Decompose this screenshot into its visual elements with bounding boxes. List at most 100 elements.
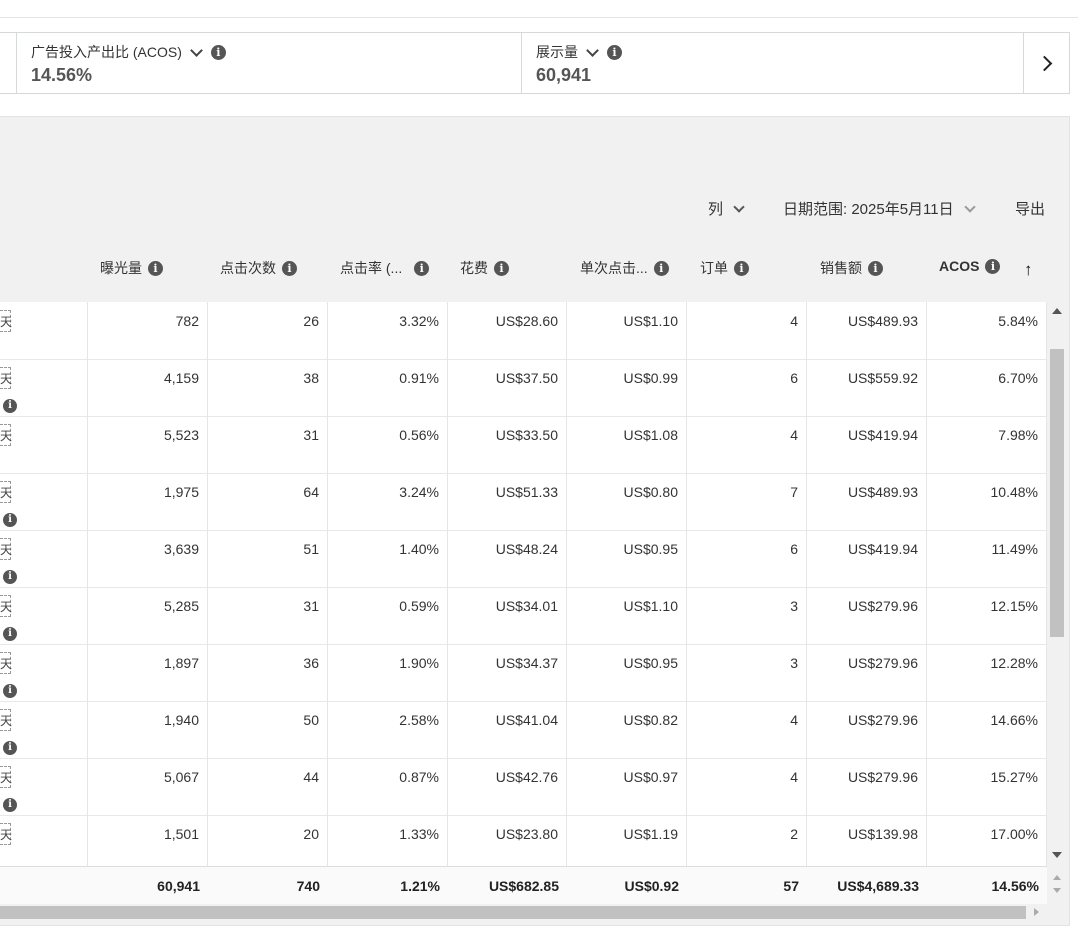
top-divider <box>0 17 1078 18</box>
info-icon[interactable]: i <box>3 570 17 584</box>
table-row[interactable]: 天 i 3,639 51 1.40% US$48.24 US$0.95 6 US$419.94 1… <box>0 530 1047 588</box>
row-stub-cell: 天 <box>0 302 88 359</box>
chevron-down-icon[interactable] <box>190 43 203 57</box>
metric-impressions-header[interactable]: 展示量 i <box>536 42 622 62</box>
row-stub-label[interactable]: 天 <box>0 481 12 503</box>
metric-acos-value: 14.56% <box>31 65 93 85</box>
table-header: 曝光量 i 点击次数 i 点击率 (... i 花费 i 单次点击... i 订单 i 销售… <box>0 258 1070 280</box>
info-icon[interactable]: i <box>494 260 509 276</box>
table-row[interactable]: 天 i 4,159 38 0.91% US$37.50 US$0.99 6 US$559.92 6… <box>0 359 1047 417</box>
row-stub-cell: 天 <box>0 416 88 473</box>
info-icon[interactable]: i <box>653 260 669 276</box>
scroll-up-icon[interactable] <box>1053 875 1061 880</box>
totals-scroll[interactable] <box>1047 866 1068 904</box>
column-header[interactable]: 单次点击... i <box>580 258 669 278</box>
table-cell: 17.00% <box>927 815 1047 866</box>
table-row[interactable]: 天 1,501 20 1.33% US$23.80 US$1.19 2 US$139.98 17… <box>0 815 1047 866</box>
info-icon[interactable]: i <box>3 627 17 641</box>
table-cell: 1,975 <box>88 473 208 530</box>
info-icon[interactable]: i <box>3 399 17 413</box>
column-header[interactable]: 点击率 (... i <box>340 258 430 278</box>
table-cell: 6.70% <box>927 359 1047 416</box>
row-stub-label[interactable]: 天 <box>0 424 12 446</box>
info-icon[interactable]: i <box>414 260 430 276</box>
table-cell: 3 <box>687 587 807 644</box>
table-row[interactable]: 天 782 26 3.32% US$28.60 US$1.10 4 US$489.93 5.84… <box>0 302 1047 360</box>
table-row[interactable]: 天 i 1,940 50 2.58% US$41.04 US$0.82 4 US$279.96 1… <box>0 701 1047 759</box>
table-cell: 11.49% <box>927 530 1047 587</box>
table-cell: 31 <box>208 416 328 473</box>
scroll-down-icon[interactable] <box>1052 852 1062 858</box>
chevron-down-icon[interactable] <box>586 43 599 57</box>
column-header[interactable]: 订单 i <box>700 258 749 278</box>
scrollbar-thumb[interactable] <box>1050 349 1064 637</box>
scroll-right-icon[interactable] <box>1034 908 1039 916</box>
table-row[interactable]: 天 5,523 31 0.56% US$33.50 US$1.08 4 US$419.94 7.… <box>0 416 1047 474</box>
info-icon[interactable]: i <box>3 741 17 755</box>
metrics-strip: 广告投入产出比 (ACOS) i 14.56% 展示量 i 60,941 <box>0 32 1070 94</box>
info-icon[interactable]: i <box>3 513 17 527</box>
row-stub-label[interactable]: 天 <box>0 367 12 389</box>
info-icon[interactable]: i <box>985 258 1001 274</box>
row-stub-label[interactable]: 天 <box>0 310 12 332</box>
table-row[interactable]: 天 i 5,067 44 0.87% US$42.76 US$0.97 4 US$279.96 1… <box>0 758 1047 816</box>
row-stub-label[interactable]: 天 <box>0 595 12 617</box>
column-header[interactable]: 花费 i <box>460 258 509 278</box>
info-icon[interactable]: i <box>282 260 297 276</box>
chevron-right-icon <box>1036 55 1053 71</box>
info-icon[interactable]: i <box>3 684 17 698</box>
info-icon[interactable]: i <box>148 260 163 276</box>
table-cell: US$0.80 <box>567 473 687 530</box>
metric-card-impressions[interactable]: 展示量 i 60,941 <box>522 33 1024 93</box>
row-stub-label[interactable]: 天 <box>0 766 12 788</box>
row-stub-label[interactable]: 天 <box>0 709 12 731</box>
table-cell: 1.40% <box>328 530 448 587</box>
table-cell: 1,897 <box>88 644 208 701</box>
table-row[interactable]: 天 i 1,975 64 3.24% US$51.33 US$0.80 7 US$489.93 1… <box>0 473 1047 531</box>
row-stub-label[interactable]: 天 <box>0 823 12 845</box>
table-cell: 1.33% <box>328 815 448 866</box>
table-cell: 51 <box>208 530 328 587</box>
info-icon[interactable]: i <box>868 260 883 276</box>
table-cell: 14.66% <box>927 701 1047 758</box>
info-icon[interactable]: i <box>734 260 749 276</box>
table-cell: US$48.24 <box>448 530 567 587</box>
sort-ascending-icon[interactable]: ↑ <box>1024 260 1033 280</box>
column-header[interactable]: 销售额 i <box>820 258 883 278</box>
table-cell: 1,501 <box>88 815 208 866</box>
table-cell: US$42.76 <box>448 758 567 815</box>
metrics-next-button[interactable] <box>1024 33 1069 93</box>
metric-impressions-value: 60,941 <box>536 65 592 85</box>
table-cell: 0.87% <box>328 758 448 815</box>
scroll-up-icon[interactable] <box>1052 308 1062 314</box>
column-header[interactable]: 曝光量 i <box>100 258 163 278</box>
date-range-dropdown[interactable]: 日期范围: 2025年5月11日 <box>783 198 976 219</box>
table-cell: 20 <box>208 815 328 866</box>
horizontal-scrollbar[interactable] <box>0 904 1047 921</box>
table-cell: US$33.50 <box>448 416 567 473</box>
row-stub-cell: 天i <box>0 359 88 416</box>
vertical-scrollbar[interactable] <box>1047 302 1068 866</box>
table-row[interactable]: 天 i 5,285 31 0.59% US$34.01 US$1.10 3 US$279.96 1… <box>0 587 1047 645</box>
table-cell: US$37.50 <box>448 359 567 416</box>
column-header[interactable]: 点击次数 i <box>220 258 297 278</box>
totals-row: 60,941 740 1.21% US$682.85 US$0.92 57 US$4,689… <box>0 866 1047 905</box>
info-icon[interactable]: i <box>607 44 622 60</box>
table-cell: US$1.10 <box>567 587 687 644</box>
scrollbar-thumb[interactable] <box>0 906 1026 919</box>
row-stub-label[interactable]: 天 <box>0 652 12 674</box>
row-stub-label[interactable]: 天 <box>0 538 12 560</box>
export-button[interactable]: 导出 <box>1015 198 1045 219</box>
scroll-down-icon[interactable] <box>1053 888 1061 893</box>
date-range-label: 日期范围: 2025年5月11日 <box>783 201 954 218</box>
metric-acos-header[interactable]: 广告投入产出比 (ACOS) i <box>31 42 226 62</box>
table-row[interactable]: 天 i 1,897 36 1.90% US$34.37 US$0.95 3 US$279.96 1… <box>0 644 1047 702</box>
metric-card-acos[interactable]: 广告投入产出比 (ACOS) i 14.56% <box>16 33 522 93</box>
table-cell: US$0.82 <box>567 701 687 758</box>
info-icon[interactable]: i <box>3 798 17 812</box>
row-stub-cell: 天i <box>0 701 88 758</box>
table-cell: 5.84% <box>927 302 1047 359</box>
column-header[interactable]: ACOS i <box>939 258 1001 274</box>
columns-dropdown[interactable]: 列 <box>708 198 745 219</box>
info-icon[interactable]: i <box>210 44 226 60</box>
